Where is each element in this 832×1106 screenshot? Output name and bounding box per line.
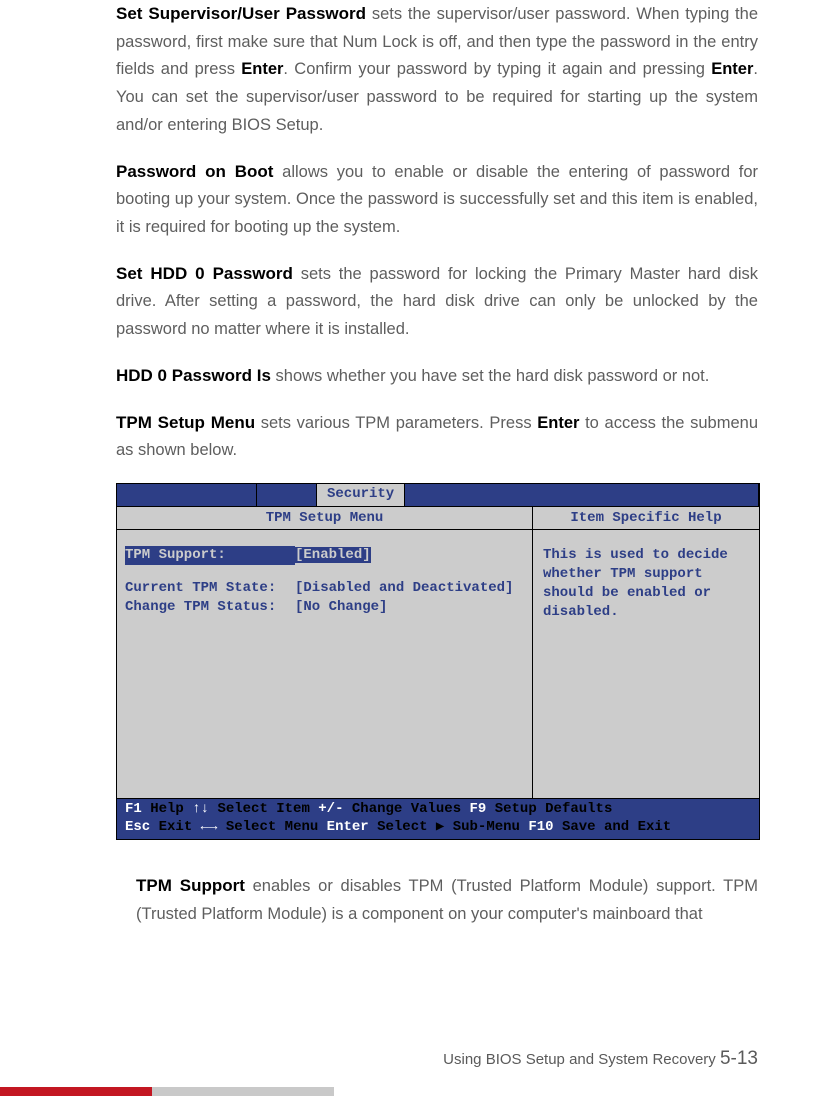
footer-color-bar — [0, 1087, 334, 1096]
bios-tab-security: Security — [317, 484, 405, 506]
bios-body: TPM Support: [Enabled] Current TPM State… — [117, 530, 759, 798]
text: Setup Defaults — [486, 801, 612, 817]
bios-label-change-status: Change TPM Status: — [125, 598, 295, 617]
text: shows whether you have set the hard disk… — [271, 367, 709, 385]
para-set-hdd0-password: Set HDD 0 Password sets the password for… — [116, 260, 758, 344]
footer-bar-gray — [152, 1087, 334, 1096]
bios-label-tpm-support: TPM Support: — [125, 546, 295, 565]
bios-row-tpm-support: TPM Support: [Enabled] — [125, 546, 524, 565]
enter-key: Enter — [241, 60, 283, 78]
para-hdd0-password-is: HDD 0 Password Is shows whether you have… — [116, 362, 758, 391]
bios-tab-blank — [405, 484, 759, 506]
text: sets various TPM parameters. Press — [255, 414, 537, 432]
bios-label-current-state: Current TPM State: — [125, 579, 295, 598]
bios-screenshot: Security TPM Setup Menu Item Specific He… — [116, 483, 760, 840]
para-password-on-boot: Password on Boot allows you to enable or… — [116, 158, 758, 242]
key-arrows-leftright: ←→ — [201, 819, 218, 835]
bios-tab-blank — [117, 484, 257, 506]
text: Select Menu — [217, 819, 326, 835]
bios-tab-blank — [257, 484, 317, 506]
enter-key: Enter — [711, 60, 753, 78]
bios-footer: F1 Help ↑↓ Select Item +/- Change Values… — [117, 798, 759, 839]
bios-subhead-help: Item Specific Help — [533, 507, 759, 529]
enter-key: Enter — [537, 414, 579, 432]
para-tpm-setup-menu: TPM Setup Menu sets various TPM paramete… — [116, 409, 758, 465]
heading-set-hdd0: Set HDD 0 Password — [116, 264, 293, 283]
heading-tpm-support: TPM Support — [136, 876, 245, 895]
heading-set-supervisor: Set Supervisor/User Password — [116, 4, 366, 23]
page-number: 5-13 — [720, 1048, 758, 1069]
bios-value-current-state: [Disabled and Deactivated] — [295, 579, 513, 598]
bios-subhead-title: TPM Setup Menu — [117, 507, 533, 529]
key-f10: F10 — [528, 819, 553, 835]
bios-help-pane: This is used to decide whether TPM suppo… — [533, 530, 759, 798]
text: Select ▶ Sub-Menu — [369, 819, 529, 835]
bios-row-change-status: Change TPM Status: [No Change] — [125, 598, 524, 617]
bios-tab-bar: Security — [117, 484, 759, 506]
footer-text: Using BIOS Setup and System Recovery — [443, 1051, 720, 1068]
key-enter: Enter — [327, 819, 369, 835]
bios-options-pane: TPM Support: [Enabled] Current TPM State… — [117, 530, 533, 798]
key-f9: F9 — [470, 801, 487, 817]
key-plus-minus: +/- — [318, 801, 343, 817]
footer-bar-red — [0, 1087, 152, 1096]
heading-password-on-boot: Password on Boot — [116, 162, 273, 181]
bios-value-change-status: [No Change] — [295, 598, 387, 617]
heading-tpm-setup: TPM Setup Menu — [116, 413, 255, 432]
bios-row-current-state: Current TPM State: [Disabled and Deactiv… — [125, 579, 524, 598]
text: Change Values — [343, 801, 469, 817]
text: Exit — [150, 819, 200, 835]
page-footer: Using BIOS Setup and System Recovery 5-1… — [443, 1048, 758, 1070]
key-f1: F1 — [125, 801, 142, 817]
text: Select Item — [209, 801, 318, 817]
bios-value-tpm-support: [Enabled] — [295, 546, 371, 565]
para-tpm-support: TPM Support enables or disables TPM (Tru… — [116, 872, 758, 928]
key-esc: Esc — [125, 819, 150, 835]
heading-hdd0-is: HDD 0 Password Is — [116, 366, 271, 385]
key-arrows-updown: ↑↓ — [192, 801, 209, 817]
text: Save and Exit — [554, 819, 672, 835]
bios-subheader: TPM Setup Menu Item Specific Help — [117, 506, 759, 530]
para-set-supervisor-password: Set Supervisor/User Password sets the su… — [116, 0, 758, 140]
text: Help — [142, 801, 192, 817]
text: . Confirm your password by typing it aga… — [283, 60, 711, 78]
